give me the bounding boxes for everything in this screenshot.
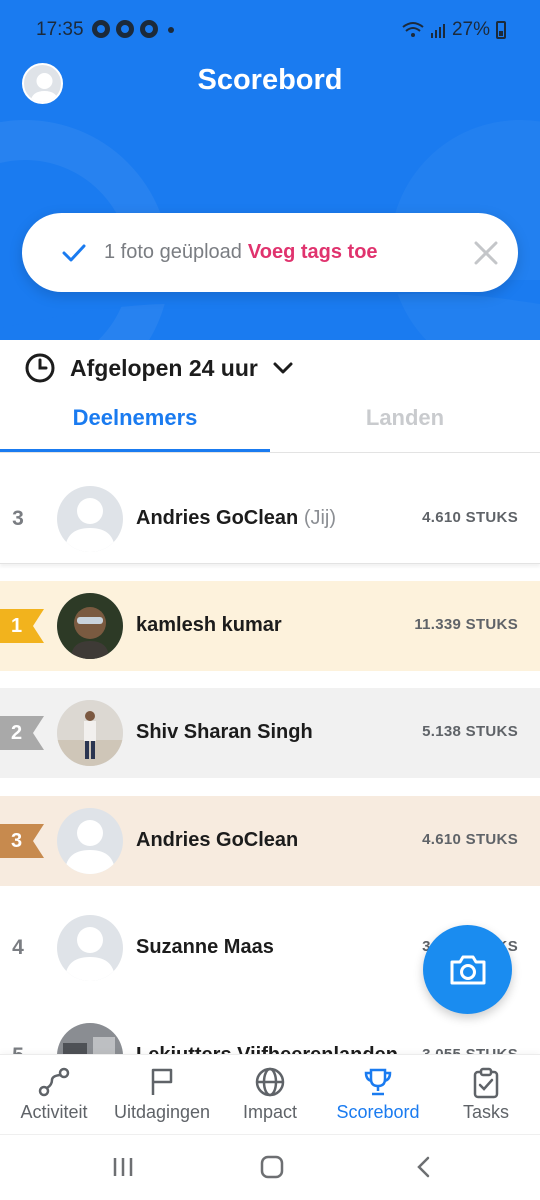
camera-icon [450,955,486,985]
app-notification-icon [116,20,134,38]
nav-label: Activiteit [20,1102,88,1122]
battery-icon [496,21,506,39]
avatar [57,486,123,552]
upload-toast: 1 foto geüpload Voeg tags toe [22,213,518,292]
nav-label: Uitdagingen [113,1102,211,1122]
user-silhouette-icon [65,820,115,874]
status-bar: 17:35 27% [0,0,540,60]
clipboard-check-icon [473,1067,499,1099]
flag-icon [151,1068,173,1095]
battery-percent: 27% [451,19,490,40]
table-row[interactable]: 3 Andries GoClean 4.610 STUKS [0,796,540,886]
piece-count: 11.339 STUKS [414,616,518,633]
participant-name: Andries GoClean [136,829,299,851]
leaderboard-tabs: Deelnemers Landen [0,395,540,453]
avatar [57,808,123,874]
app-notification-icon [92,20,110,38]
nav-challenges[interactable]: Uitdagingen [108,1055,216,1135]
participant-name: Andries GoClean (Jij) [136,507,336,530]
add-tags-link[interactable]: Voeg tags toe [248,241,378,263]
avatar [57,593,123,659]
participant-name: Shiv Sharan Singh [136,721,313,743]
globe-icon [255,1067,285,1097]
avatar [57,700,123,766]
user-photo [57,593,123,659]
rank-ribbon-bronze: 3 [0,824,44,858]
table-row[interactable]: 1 kamlesh kumar 11.339 STUKS [0,581,540,671]
home-icon[interactable] [260,1155,284,1179]
system-navigation-bar [0,1134,540,1200]
rank-ribbon-gold: 1 [0,609,44,643]
avatar [57,915,123,981]
table-row[interactable]: 5 Lekjutters Vijfheerenlanden 3.055 STUK… [0,1011,540,1054]
time-filter-label: Afgelopen 24 uur [70,354,258,381]
check-icon [62,244,86,262]
trophy-icon [364,1068,392,1096]
user-silhouette-icon [65,927,115,981]
close-icon[interactable] [472,239,500,267]
more-notifications-dot [168,27,174,33]
rank-number: 5 [0,1011,36,1054]
tab-countries[interactable]: Landen [270,405,540,431]
notification-icons [92,20,158,38]
rank-number: 3 [12,507,24,530]
active-tab-indicator [0,449,270,452]
nav-activity[interactable]: Activiteit [0,1055,108,1135]
participant-name: Suzanne Maas [136,936,274,958]
status-time: 17:35 [36,19,84,40]
signal-icon [430,24,445,38]
page-title: Scorebord [197,64,343,96]
nav-impact[interactable]: Impact [216,1055,324,1135]
time-filter[interactable]: Afgelopen 24 uur [24,350,294,386]
user-photo [57,1023,123,1054]
bottom-navigation: Activiteit Uitdagingen Impact Scorebord … [0,1054,540,1134]
wifi-icon [402,22,424,37]
my-rank-row[interactable]: 3 Andries GoClean (Jij) 4.610 STUKS [0,474,540,564]
piece-count: 4.610 STUKS [422,831,518,848]
user-photo [57,700,123,766]
table-row[interactable]: 2 Shiv Sharan Singh 5.138 STUKS [0,688,540,778]
clock-icon [25,353,55,383]
rank-ribbon-silver: 2 [0,716,44,750]
participant-name: kamlesh kumar [136,614,282,636]
nav-label: Scorebord [336,1102,420,1122]
you-tag: (Jij) [303,507,337,529]
piece-count: 4.610 STUKS [422,509,518,526]
participant-name-text: Andries GoClean [136,507,299,529]
nav-label: Impact [242,1102,298,1122]
chevron-down-icon [273,362,293,374]
user-silhouette-icon [65,498,115,552]
status-right: 27% [402,19,506,41]
recent-apps-icon[interactable] [112,1156,134,1178]
avatar [57,1023,123,1054]
piece-count: 5.138 STUKS [422,723,518,740]
participant-name: Lekjutters Vijfheerenlanden [136,1044,398,1054]
camera-button[interactable] [423,925,512,1014]
nav-scoreboard[interactable]: Scorebord [324,1055,432,1135]
nav-label: Tasks [462,1102,509,1122]
app-notification-icon [140,20,158,38]
tab-participants[interactable]: Deelnemers [0,405,270,431]
toast-text: 1 foto geüpload [104,241,242,263]
route-icon [38,1067,70,1097]
piece-count: 3.055 STUKS [422,1046,518,1054]
toast-message: 1 foto geüpload Voeg tags toe [104,241,378,264]
rank-number: 4 [12,936,24,959]
back-icon[interactable] [414,1155,434,1179]
nav-tasks[interactable]: Tasks [432,1055,540,1135]
